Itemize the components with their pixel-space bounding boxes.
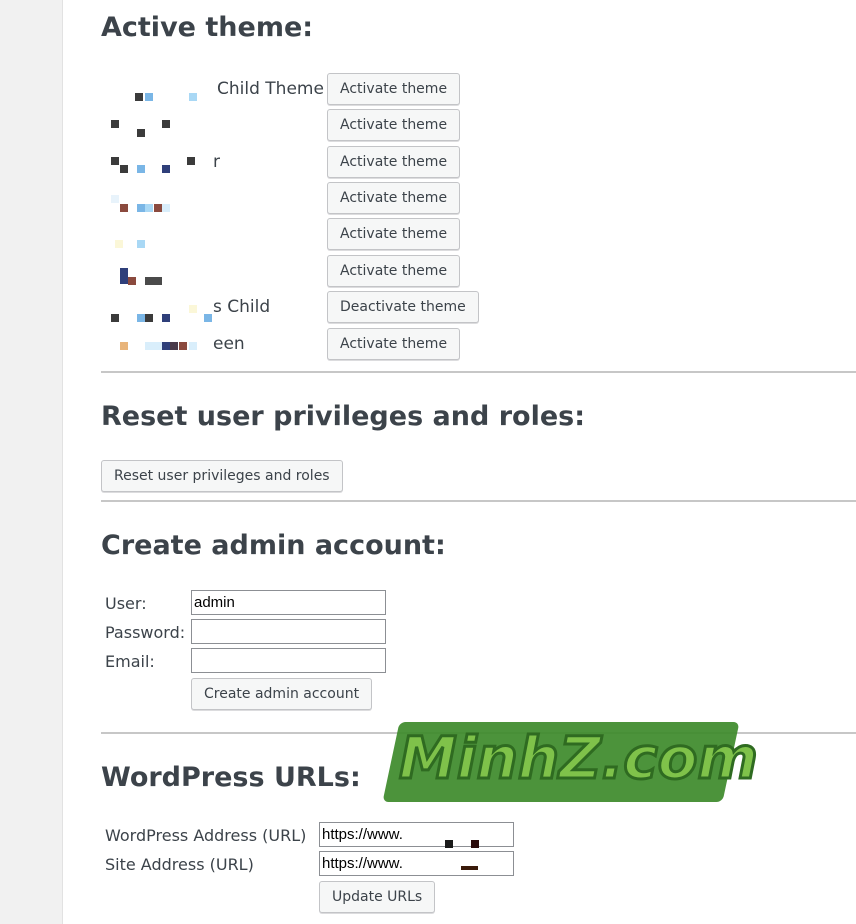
pixelated-name: [137, 129, 145, 137]
user-label: User:: [105, 594, 147, 613]
pixelated-name: [137, 165, 145, 173]
pixelated-name: [115, 240, 123, 248]
email-label: Email:: [105, 652, 155, 671]
watermark-text: MinhZ.com: [398, 723, 760, 794]
pixelated-name: [120, 268, 128, 284]
theme-name: s Child: [213, 297, 271, 317]
activate-theme-button[interactable]: Activate theme: [327, 182, 461, 214]
theme-name: een: [213, 334, 245, 354]
pixelated-name: [162, 165, 170, 173]
pixelated-name: [162, 120, 170, 128]
pixelated-name: [128, 277, 136, 285]
activate-theme-button[interactable]: Activate theme: [327, 146, 461, 178]
pixelated-name: [145, 93, 153, 101]
pixelated-name: [111, 195, 119, 203]
activate-theme-button[interactable]: Activate theme: [327, 328, 461, 360]
pixelated-name: [189, 93, 197, 101]
active-theme-heading: Active theme:: [101, 12, 314, 43]
activate-theme-button[interactable]: Activate theme: [327, 255, 461, 287]
theme-name: r: [213, 152, 220, 172]
pixelated-name: [189, 305, 197, 313]
deactivate-theme-button[interactable]: Deactivate theme: [327, 291, 479, 323]
reset-roles-heading: Reset user privileges and roles:: [101, 401, 586, 432]
section-divider: [101, 371, 856, 373]
update-urls-button[interactable]: Update URLs: [319, 881, 436, 913]
pixelated-name: [137, 204, 145, 212]
pixelated-name: [204, 314, 212, 322]
pixelated-name: [179, 342, 187, 350]
pixelated-name: [135, 93, 143, 101]
pixelated-name: [137, 314, 145, 322]
wordpress-address-label: WordPress Address (URL): [105, 826, 307, 845]
pixelated-name: [111, 314, 119, 322]
password-input[interactable]: [191, 619, 386, 644]
email-input[interactable]: [191, 648, 386, 673]
wordpress-urls-heading: WordPress URLs:: [101, 762, 361, 793]
pixelated-name: [187, 157, 195, 165]
activate-theme-button[interactable]: Activate theme: [327, 218, 461, 250]
section-divider: [101, 500, 856, 502]
password-label: Password:: [105, 623, 186, 642]
pixelated-url: [471, 840, 479, 848]
pixelated-name: [111, 157, 119, 165]
pixelated-name: [111, 120, 119, 128]
site-address-label: Site Address (URL): [105, 855, 254, 874]
site-address-input[interactable]: [319, 851, 514, 876]
pixelated-name: [162, 204, 170, 212]
pixelated-name: [145, 204, 153, 212]
create-admin-heading: Create admin account:: [101, 530, 446, 561]
pixelated-name: [145, 277, 162, 285]
pixelated-url: [445, 840, 453, 848]
wordpress-address-input[interactable]: [319, 822, 514, 847]
pixelated-name: [189, 342, 197, 350]
activate-theme-button[interactable]: Activate theme: [327, 109, 461, 141]
pixelated-name: [162, 314, 170, 322]
theme-name: Child Theme: [217, 79, 324, 99]
pixelated-name: [145, 314, 153, 322]
pixelated-name: [162, 342, 170, 350]
pixelated-name: [154, 204, 162, 212]
pixelated-url: [461, 866, 478, 870]
pixelated-name: [170, 342, 178, 350]
pixelated-name: [120, 204, 128, 212]
pixelated-name: [120, 165, 128, 173]
watermark-logo: MinhZ.com: [382, 718, 759, 818]
reset-roles-button[interactable]: Reset user privileges and roles: [101, 460, 343, 492]
activate-theme-button[interactable]: Activate theme: [327, 73, 461, 105]
pixelated-name: [120, 342, 128, 350]
pixelated-name: [145, 342, 162, 350]
create-admin-button[interactable]: Create admin account: [191, 678, 373, 710]
user-input[interactable]: [191, 590, 386, 615]
admin-sidebar-edge: [0, 0, 63, 924]
pixelated-name: [137, 240, 145, 248]
